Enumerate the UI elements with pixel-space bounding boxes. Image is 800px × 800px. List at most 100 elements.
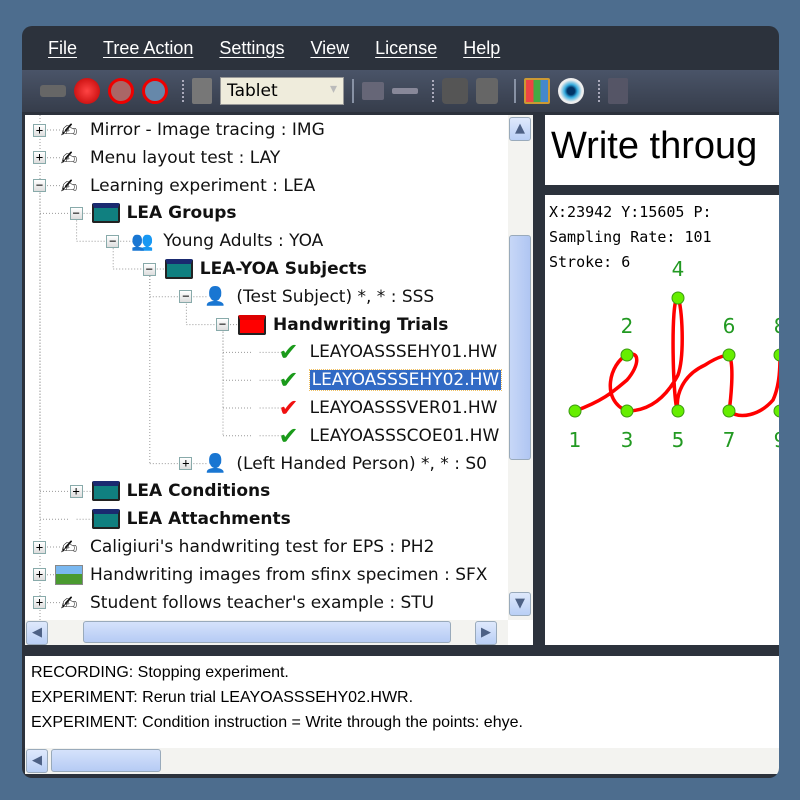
tree-node[interactable]: − Handwriting Trials xyxy=(216,311,448,339)
tree-node-label[interactable]: Caligiuri's handwriting test for EPS : P… xyxy=(90,537,434,557)
target-point xyxy=(620,404,634,418)
device-select[interactable]: Tablet xyxy=(220,77,344,105)
menu-tree-action[interactable]: Tree Action xyxy=(103,38,193,59)
menu-bar: File Tree Action Settings View License H… xyxy=(22,30,779,66)
tree-node[interactable]: ✔ LEAYOASSSCOE01.HW xyxy=(253,422,500,450)
scroll-thumb[interactable] xyxy=(51,749,161,772)
tree-node-label[interactable]: Handwriting Trials xyxy=(273,315,448,335)
toolbar-grip[interactable] xyxy=(432,80,436,102)
group-icon: 👥 xyxy=(130,230,154,252)
target-point-label: 7 xyxy=(723,428,736,452)
menu-view[interactable]: View xyxy=(310,38,349,59)
scroll-left-button[interactable]: ◀ xyxy=(26,749,48,773)
tree-node-label[interactable]: LEAYOASSSEHY02.HW xyxy=(308,369,503,392)
folder-icon xyxy=(91,201,121,225)
tree-node[interactable]: + ✍ Student follows teacher's example : ST… xyxy=(33,589,434,617)
palette-icon[interactable] xyxy=(524,78,550,104)
menu-license[interactable]: License xyxy=(375,38,437,59)
tree-node-label[interactable]: Young Adults : YOA xyxy=(163,231,323,251)
tree-node[interactable]: − 👥 Young Adults : YOA xyxy=(106,227,323,255)
tree-node[interactable]: − 👤 (Test Subject) *, * : SSS xyxy=(179,283,434,311)
tree-node[interactable]: − LEA Groups xyxy=(69,199,237,227)
tree-node-label[interactable]: Mirror - Image tracing : IMG xyxy=(90,120,325,140)
toolbar-grip[interactable] xyxy=(598,80,602,102)
tree-node[interactable]: + ✍ Caligiuri's handwriting test for EPS :… xyxy=(33,533,434,561)
tree-node[interactable]: + Handwriting images from sfinx specimen … xyxy=(33,561,487,589)
menu-settings[interactable]: Settings xyxy=(219,38,284,59)
tree-node-label[interactable]: LEAYOASSSEHY01.HW xyxy=(310,342,498,362)
tree-node-label[interactable]: Student follows teacher's example : STU xyxy=(90,593,434,613)
tree-horizontal-scrollbar[interactable]: ◀ ▶ xyxy=(25,620,508,645)
tree-node[interactable]: − LEA-YOA Subjects xyxy=(142,255,367,283)
eye-icon[interactable] xyxy=(558,78,584,104)
expand-icon[interactable]: + xyxy=(179,457,193,471)
expand-icon[interactable]: + xyxy=(33,568,46,582)
tree-node[interactable]: − ✍ Learning experiment : LEA xyxy=(33,172,315,200)
scroll-thumb[interactable] xyxy=(509,235,531,460)
tree-node-label[interactable]: (Test Subject) *, * : SSS xyxy=(236,287,434,307)
scroll-down-button[interactable]: ▼ xyxy=(509,592,531,616)
arrow-right-icon[interactable] xyxy=(40,85,66,97)
expand-icon[interactable]: + xyxy=(69,484,83,498)
target-point-label: 4 xyxy=(672,257,685,281)
log-line: RECORDING: Stopping experiment. xyxy=(31,664,289,681)
collapse-icon[interactable]: − xyxy=(33,179,46,193)
tree-node-label[interactable]: (Left Handed Person) *, * : S0 xyxy=(236,454,487,474)
collapse-icon[interactable]: − xyxy=(142,262,156,276)
font-icon[interactable] xyxy=(608,78,628,104)
scroll-up-button[interactable]: ▲ xyxy=(509,117,531,141)
tree-vertical-scrollbar[interactable]: ▲ ▼ xyxy=(508,115,533,620)
toolbar-grip[interactable] xyxy=(182,80,186,102)
stop-icon[interactable] xyxy=(74,78,100,104)
tree-node-label[interactable]: LEA Attachments xyxy=(127,509,291,529)
tree-node-label[interactable]: LEAYOASSSVER01.HW xyxy=(310,398,498,418)
scroll-right-button[interactable]: ▶ xyxy=(475,621,497,645)
collapse-icon[interactable]: − xyxy=(179,290,193,304)
tree-node-label[interactable]: LEA Conditions xyxy=(127,481,271,501)
tree-node-label[interactable]: Menu layout test : LAY xyxy=(90,148,280,168)
target-point-label: 3 xyxy=(621,428,634,452)
tree-node[interactable]: + ✍ Mirror - Image tracing : IMG xyxy=(33,116,325,144)
tree-node-label[interactable]: LEA Groups xyxy=(127,203,237,223)
tree-node[interactable]: + LEA Conditions xyxy=(69,477,271,505)
tree-node[interactable]: ✔ LEAYOASSSVER01.HW xyxy=(253,394,498,422)
tree-node-label[interactable]: LEA-YOA Subjects xyxy=(200,259,367,279)
expand-icon[interactable]: + xyxy=(33,540,46,554)
menu-help[interactable]: Help xyxy=(463,38,500,59)
tree-node[interactable]: ✔ LEAYOASSSEHY02.HW xyxy=(253,366,503,394)
tree-node[interactable]: + 👤 (Left Handed Person) *, * : S0 xyxy=(179,450,487,478)
log-horizontal-scrollbar[interactable]: ◀ xyxy=(25,748,779,774)
expand-icon[interactable]: + xyxy=(33,123,46,137)
no-pen-icon[interactable] xyxy=(142,78,168,104)
target-point xyxy=(722,348,736,362)
log-line: EXPERIMENT: Condition instruction = Writ… xyxy=(31,714,523,731)
tree-node[interactable]: LEA Attachments xyxy=(70,505,291,533)
tree-node[interactable]: + ✍ Menu layout test : LAY xyxy=(33,144,280,172)
tree-node-label[interactable]: Handwriting images from sfinx specimen :… xyxy=(90,565,487,585)
tree-node-label[interactable]: Learning experiment : LEA xyxy=(90,176,315,196)
no-hand-icon[interactable] xyxy=(108,78,134,104)
export-icon[interactable] xyxy=(476,78,498,104)
tree-node-label[interactable]: LEAYOASSSCOE01.HW xyxy=(310,426,500,446)
binoculars-icon[interactable] xyxy=(442,78,468,104)
landscape-icon xyxy=(54,563,84,587)
tools-icon[interactable] xyxy=(192,78,212,104)
menu-file[interactable]: File xyxy=(48,38,77,59)
target-point xyxy=(620,348,634,362)
check-green-icon: ✔ xyxy=(278,338,299,367)
collapse-icon[interactable]: − xyxy=(216,318,229,332)
expand-icon[interactable]: + xyxy=(33,151,46,165)
check-green-icon: ✔ xyxy=(278,421,299,450)
target-point-label: 8 xyxy=(774,314,779,338)
line-icon[interactable] xyxy=(392,88,418,94)
pen-hand-icon: ✍ xyxy=(60,145,78,170)
collapse-icon[interactable]: − xyxy=(69,206,83,220)
scroll-thumb[interactable] xyxy=(83,621,451,643)
tree-node[interactable]: ✔ LEAYOASSSEHY01.HW xyxy=(253,338,498,366)
experiment-tree[interactable]: + ✍ Mirror - Image tracing : IMG + ✍ Menu lay… xyxy=(25,115,533,645)
collapse-icon[interactable]: − xyxy=(106,234,120,248)
scroll-left-button[interactable]: ◀ xyxy=(26,621,48,645)
expand-icon[interactable]: + xyxy=(33,596,46,610)
waveform-icon[interactable] xyxy=(362,82,384,100)
person-icon: 👤 xyxy=(204,453,227,475)
